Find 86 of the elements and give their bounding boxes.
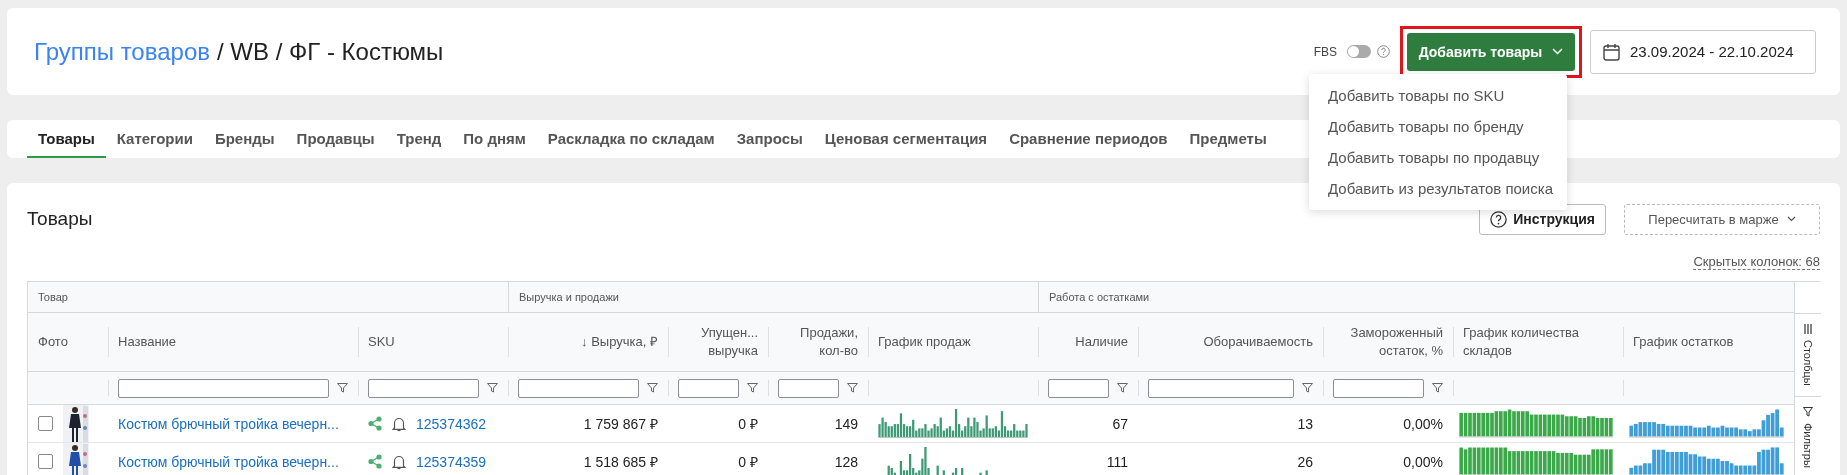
tab[interactable]: Ценовая сегментация [813,120,999,158]
columns-icon [1803,324,1813,334]
column-header[interactable]: Наличие [1038,313,1138,372]
filter-icon[interactable] [487,383,498,393]
tab[interactable]: Запросы [725,120,814,158]
filter-field[interactable] [778,378,839,398]
side-panel-tab[interactable]: Столбцы [1795,313,1821,397]
tab[interactable]: По дням [452,120,537,158]
table-cell: 67 [1038,405,1138,443]
tab[interactable]: Продавцы [285,120,386,158]
filter-icon[interactable] [1117,383,1128,393]
help-icon[interactable] [1377,45,1390,58]
filter-field[interactable] [118,378,329,398]
column-header[interactable]: Замороженный остаток, % [1323,313,1453,372]
row-checkbox[interactable] [38,454,53,469]
column-group-header: Выручка и продажи [508,282,1038,313]
table-cell: 0 ₽ [668,443,768,475]
chevron-down-icon [1786,216,1796,222]
breadcrumb-link[interactable]: Группы товаров [34,37,210,66]
recalc-dropdown[interactable]: Пересчитать в марже [1624,203,1820,235]
table-cell: 1 759 867 ₽ [508,405,668,443]
sku-link[interactable]: 125374362 [416,415,487,432]
add-products-button[interactable]: Добавить товары [1407,32,1575,71]
bell-icon[interactable] [392,415,406,432]
column-header[interactable]: Название [108,313,358,372]
column-header[interactable]: ↓ Выручка, ₽ [508,313,668,372]
column-header[interactable]: Продажи, кол-во [768,313,868,372]
table-cell: 149 [768,405,868,443]
filter-icon[interactable] [1432,383,1443,393]
section-title: Товары [27,208,93,230]
column-header[interactable]: Упущен... выручка [668,313,768,372]
row-checkbox[interactable] [38,416,53,431]
column-header[interactable]: Фото [28,313,108,372]
filter-icon [1803,406,1813,417]
filter-icon[interactable] [337,383,348,393]
filter-icon[interactable] [847,383,858,393]
column-header[interactable]: Оборачиваемость [1138,313,1323,372]
filter-field[interactable] [368,378,479,398]
filter-field[interactable] [1048,378,1109,398]
tab[interactable]: Предметы [1178,120,1278,158]
column-header[interactable]: График количества складов [1453,313,1623,372]
menu-item[interactable]: Добавить товары по бренду [1309,111,1567,142]
table-cell: 0,00% [1323,443,1453,475]
menu-item[interactable]: Добавить товары по продавцу [1309,142,1567,173]
fbs-toggle[interactable] [1347,45,1371,58]
menu-item[interactable]: Добавить из результатов поиска [1309,173,1567,204]
date-range-picker[interactable]: 23.09.2024 - 22.10.2024 [1590,29,1816,74]
table-cell: 13 [1138,405,1323,443]
tab[interactable]: Категории [105,120,204,158]
table-cell: 0,00% [1323,405,1453,443]
filter-field[interactable] [518,378,639,398]
share-icon[interactable] [368,454,382,469]
filter-field[interactable] [1333,378,1424,398]
table-cell: 26 [1138,443,1323,475]
filter-field[interactable] [678,378,739,398]
filter-icon[interactable] [647,383,658,393]
table-cell: 0 ₽ [668,405,768,443]
product-name-link[interactable]: Костюм брючный тройка вечерн... [118,453,339,470]
tab[interactable]: Бренды [203,120,286,158]
column-group-header: Работа с остатками [1038,282,1794,313]
table-cell: 128 [768,443,868,475]
table-cell: 1 518 685 ₽ [508,443,668,475]
column-header[interactable]: График остатков [1623,313,1794,372]
column-header[interactable]: График продаж [868,313,1038,372]
column-header[interactable]: SKU [358,313,508,372]
side-panel-tab[interactable]: Фильтры [1795,395,1821,475]
product-name-link[interactable]: Костюм брючный тройка вечерн... [118,415,339,432]
chevron-down-icon [1552,48,1564,55]
help-icon [1490,210,1508,228]
tab[interactable]: Тренд [385,120,453,158]
sku-link[interactable]: 125374359 [416,453,487,470]
hidden-columns-link[interactable]: Скрытых колонок: 68 [1693,254,1820,270]
filter-icon[interactable] [747,383,758,393]
filter-icon[interactable] [1302,383,1313,393]
tab[interactable]: Раскладка по складам [536,120,726,158]
column-group-header: Товар [28,282,508,313]
table-cell: 111 [1038,443,1138,475]
tab[interactable]: Товары [27,120,106,158]
filter-field[interactable] [1148,378,1294,398]
bell-icon[interactable] [392,453,406,470]
calendar-icon [1603,42,1620,61]
menu-item[interactable]: Добавить товары по SKU [1309,80,1567,111]
fbs-label: FBS [1313,44,1337,59]
page-title: / WB / ФГ - Костюмы [217,37,444,66]
share-icon[interactable] [368,416,382,431]
tab[interactable]: Сравнение периодов [998,120,1179,158]
